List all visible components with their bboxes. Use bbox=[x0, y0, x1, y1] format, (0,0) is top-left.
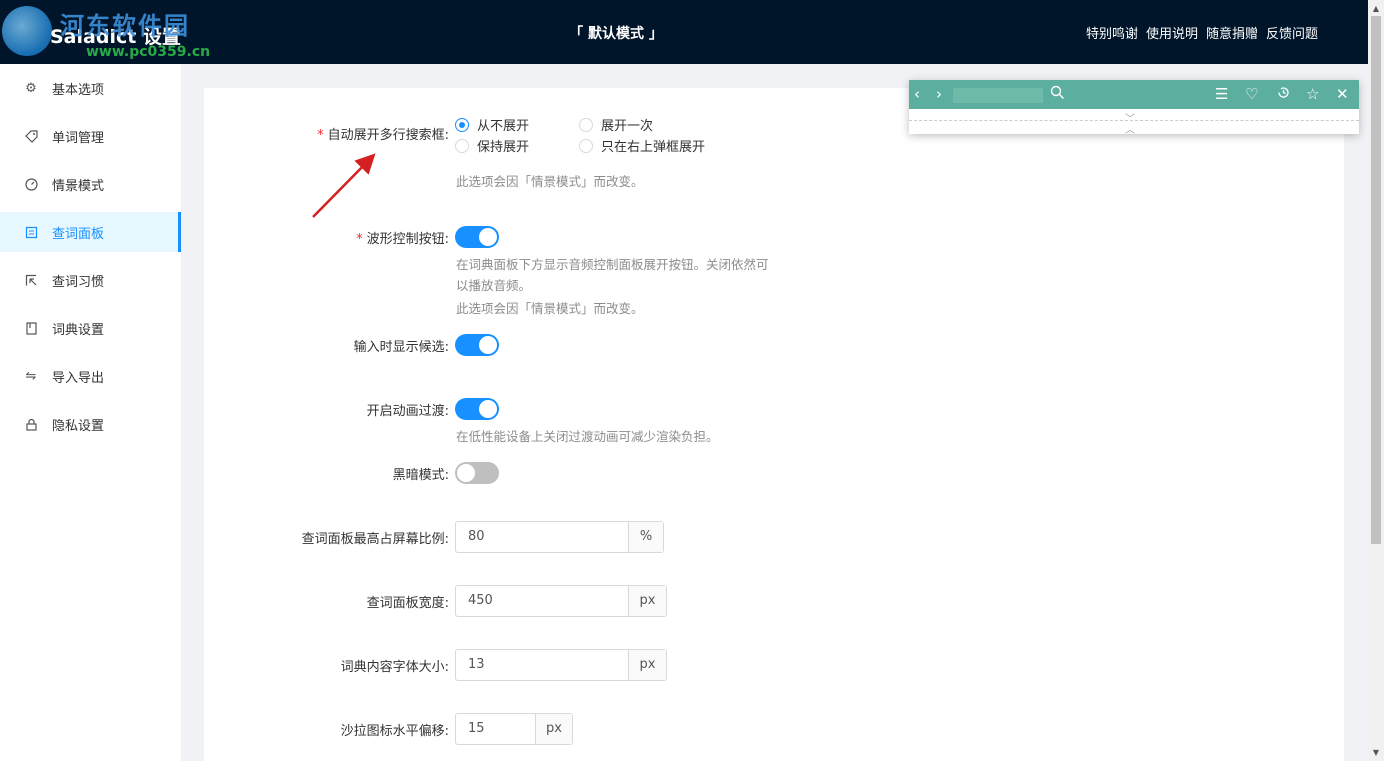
required-mark: * bbox=[317, 128, 324, 143]
feedback-link[interactable]: 反馈问题 bbox=[1266, 23, 1318, 42]
wave-control-help-3: 此选项会因「情景模式」而改变。 bbox=[456, 301, 644, 316]
menu-icon[interactable]: ☰ bbox=[1215, 85, 1228, 103]
show-suggest-switch[interactable] bbox=[455, 334, 499, 356]
scroll-down-icon[interactable]: ▼ bbox=[1368, 748, 1384, 757]
sidebar-item-label: 隐私设置 bbox=[52, 418, 105, 434]
expand-mode-label: * 自动展开多行搜索框: bbox=[317, 128, 449, 143]
sidebar-item-dict-panel[interactable]: 查词面板 bbox=[0, 212, 181, 252]
animation-help: 在低性能设备上关闭过渡动画可减少渲染负担。 bbox=[456, 429, 719, 444]
search-icon[interactable] bbox=[1050, 85, 1065, 104]
wave-control-label: * 波形控制按钮: bbox=[356, 232, 449, 247]
sidebar-item-import-export[interactable]: ⇋ 导入导出 bbox=[0, 356, 181, 396]
radio-dot bbox=[455, 117, 469, 132]
animation-label: 开启动画过渡: bbox=[366, 404, 449, 419]
panel-icon bbox=[24, 225, 38, 239]
sidebar-item-privacy[interactable]: 隐私设置 bbox=[0, 404, 181, 444]
radio-keep-expanded[interactable]: 保持展开 bbox=[455, 136, 529, 155]
sidebar-item-profiles[interactable]: 情景模式 bbox=[0, 164, 181, 204]
tag-icon bbox=[24, 129, 38, 143]
radio-dot bbox=[455, 138, 469, 153]
dict-panel-menubar: ‹ › ☰ ♡ ☆ ✕ bbox=[909, 80, 1359, 109]
sidebar-item-label: 导入导出 bbox=[52, 370, 105, 386]
top-header: Saladict 设置 河东软件园 www.pc0359.cn 「 默认模式 」… bbox=[0, 0, 1368, 64]
book-icon bbox=[24, 321, 38, 335]
dashboard-icon bbox=[24, 177, 38, 191]
radio-expand-once[interactable]: 展开一次 bbox=[579, 115, 653, 134]
font-size-unit: px bbox=[629, 650, 666, 680]
page-scrollbar[interactable]: ▲ ▼ bbox=[1368, 0, 1384, 761]
scroll-up-icon[interactable]: ▲ bbox=[1368, 4, 1384, 13]
icon-offset-unit: px bbox=[536, 714, 572, 744]
sidebar-item-label: 查词习惯 bbox=[52, 274, 105, 290]
panel-width-input-group: 450 px bbox=[455, 585, 667, 617]
heart-icon[interactable]: ♡ bbox=[1245, 85, 1258, 103]
history-icon[interactable] bbox=[1276, 85, 1291, 104]
wave-control-help-1: 在词典面板下方显示音频控制面板展开按钮。关闭依然可 bbox=[456, 257, 769, 272]
max-height-input[interactable]: 80 bbox=[456, 522, 629, 552]
dict-search-box[interactable] bbox=[953, 88, 1043, 103]
help-link[interactable]: 使用说明 bbox=[1146, 23, 1198, 42]
chevron-up-icon[interactable]: ︿ bbox=[1125, 121, 1135, 136]
dict-panel-body: ﹀ ︿ bbox=[909, 109, 1359, 136]
sidebar-item-dict-settings[interactable]: 词典设置 bbox=[0, 308, 181, 348]
max-height-label: 查词面板最高占屏幕比例: bbox=[301, 532, 449, 547]
wave-control-help-2: 以播放音频。 bbox=[456, 278, 532, 293]
show-suggest-label: 输入时显示候选: bbox=[353, 340, 449, 355]
panel-width-unit: px bbox=[629, 586, 666, 616]
close-icon[interactable]: ✕ bbox=[1336, 85, 1349, 103]
dark-mode-label: 黑暗模式: bbox=[392, 468, 449, 483]
expand-mode-help: 此选项会因「情景模式」而改变。 bbox=[456, 174, 644, 189]
dict-panel-preview: ‹ › ☰ ♡ ☆ ✕ ﹀ ︿ bbox=[909, 80, 1359, 136]
sidebar-item-search-habits[interactable]: 查词习惯 bbox=[0, 260, 181, 300]
panel-width-label: 查词面板宽度: bbox=[366, 596, 449, 611]
pin-icon[interactable]: ☆ bbox=[1306, 85, 1319, 103]
gear-icon: ⚙ bbox=[25, 80, 37, 96]
donate-link[interactable]: 随意捐赠 bbox=[1206, 23, 1258, 42]
dark-mode-switch[interactable] bbox=[455, 462, 499, 484]
sidebar-item-label: 单词管理 bbox=[52, 130, 105, 146]
icon-offset-input-group: 15 px bbox=[455, 713, 573, 745]
sidebar-item-label: 词典设置 bbox=[52, 322, 105, 338]
header-links: 特别鸣谢 使用说明 随意捐赠 反馈问题 bbox=[1086, 23, 1318, 42]
font-size-label: 词典内容字体大小: bbox=[340, 660, 449, 675]
radio-never-expand[interactable]: 从不展开 bbox=[455, 115, 529, 134]
sidebar-menu: ⚙ 基本选项 单词管理 情景模式 查词面板 查词习惯 词典设置 ⇋ 导入导出 隐… bbox=[0, 64, 181, 761]
annotation-arrow bbox=[312, 153, 376, 218]
select-icon bbox=[24, 273, 38, 287]
swap-icon: ⇋ bbox=[25, 368, 37, 384]
icon-offset-input[interactable]: 15 bbox=[456, 714, 536, 744]
max-height-unit: % bbox=[629, 522, 663, 552]
max-height-input-group: 80 % bbox=[455, 521, 664, 553]
back-icon[interactable]: ‹ bbox=[914, 85, 920, 103]
mode-title: 「 默认模式 」 bbox=[569, 26, 663, 42]
sidebar-item-label: 查词面板 bbox=[52, 226, 105, 242]
font-size-input[interactable]: 13 bbox=[456, 650, 629, 680]
sidebar-item-label: 情景模式 bbox=[52, 178, 105, 194]
panel-width-input[interactable]: 450 bbox=[456, 586, 629, 616]
watermark-url: www.pc0359.cn bbox=[86, 44, 211, 60]
icon-offset-label: 沙拉图标水平偏移: bbox=[340, 724, 449, 739]
wave-control-switch[interactable] bbox=[455, 226, 499, 248]
thanks-link[interactable]: 特别鸣谢 bbox=[1086, 23, 1138, 42]
sidebar-item-basic[interactable]: ⚙ 基本选项 bbox=[0, 68, 181, 108]
forward-icon[interactable]: › bbox=[936, 85, 942, 103]
sidebar-item-label: 基本选项 bbox=[52, 82, 105, 98]
required-mark: * bbox=[356, 232, 363, 247]
sidebar-item-words[interactable]: 单词管理 bbox=[0, 116, 181, 156]
animation-switch[interactable] bbox=[455, 398, 499, 420]
radio-popup-only[interactable]: 只在右上弹框展开 bbox=[579, 136, 705, 155]
scroll-thumb[interactable] bbox=[1371, 16, 1381, 544]
lock-icon bbox=[24, 417, 38, 431]
radio-dot bbox=[579, 117, 593, 132]
font-size-input-group: 13 px bbox=[455, 649, 667, 681]
radio-dot bbox=[579, 138, 593, 153]
